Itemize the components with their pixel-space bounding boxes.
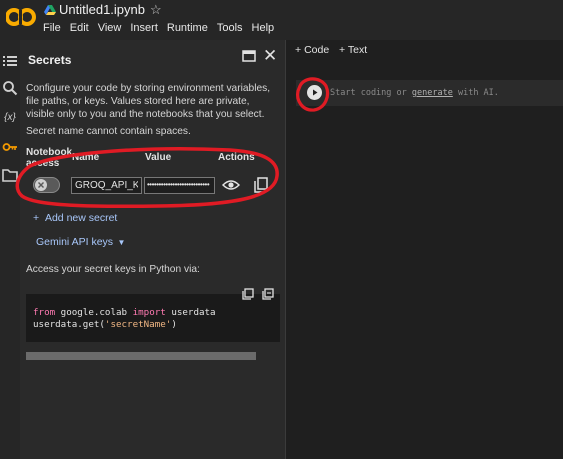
left-rail: {x} [0,40,20,459]
play-icon [313,89,318,96]
add-text-cell-button[interactable]: + Text [339,44,367,56]
table-of-contents-icon[interactable] [2,53,18,69]
column-header-actions: Actions [218,152,255,163]
notebook-access-toggle[interactable] [33,177,60,193]
access-note: Access your secret keys in Python via: [26,264,200,275]
column-header-value: Value [145,152,172,163]
secrets-panel: Secrets ✕ Configure your code by storing… [20,40,286,459]
copy-code-icon[interactable] [242,288,254,300]
top-header: Untitled1.ipynb ☆ File Edit View Insert … [0,0,563,40]
folder-icon[interactable] [2,167,18,183]
code-name: userdata [165,307,216,318]
key-icon[interactable] [2,139,18,155]
generate-link[interactable]: generate [412,88,453,98]
code-string: 'secretName' [104,319,172,330]
menu-edit[interactable]: Edit [70,22,89,34]
insert-code-icon[interactable] [262,288,274,300]
panel-title: Secrets [28,53,72,67]
google-drive-icon [44,5,56,15]
add-new-secret-label: Add new secret [44,212,118,224]
menu-insert[interactable]: Insert [130,22,158,34]
code-module: google.colab [55,307,133,318]
add-text-label: Text [347,44,368,56]
column-header-notebook-access: Notebook access [26,147,73,169]
plus-icon: + [33,212,45,224]
plus-icon: + [339,44,348,56]
cell-placeholder-text: Start coding or [330,88,412,98]
close-panel-icon[interactable]: ✕ [263,46,277,66]
secret-value-input[interactable]: ••••••••••••••••••••••••••• [144,177,215,194]
code-keyword: import [132,307,166,318]
column-header-name: Name [72,152,100,163]
gemini-api-keys-label: Gemini API keys [36,236,114,248]
caret-down-icon: ▼ [113,238,126,247]
notebook-toolbar: + Code + Text [286,40,563,62]
menu-bar: File Edit View Insert Runtime Tools Help [43,22,274,34]
secret-row: ••••••••••••••••••••••••••• [20,170,285,200]
plus-icon: + [295,44,305,56]
cell-placeholder-text-end: with AI. [452,88,499,98]
panel-description: Configure your code by storing environme… [26,83,271,120]
notebook-title[interactable]: Untitled1.ipynb [59,2,145,17]
menu-runtime[interactable]: Runtime [167,22,208,34]
colab-logo[interactable] [6,6,36,28]
menu-file[interactable]: File [43,22,61,34]
code-call-end: ) [171,319,177,330]
code-keyword: from [33,307,56,318]
toggle-off-icon [38,182,44,188]
add-code-cell-button[interactable]: + Code [295,44,329,56]
add-new-secret-button[interactable]: + Add new secret [33,212,117,224]
copy-icon[interactable] [254,177,268,193]
code-scrollbar[interactable] [26,352,256,360]
variables-icon[interactable]: {x} [2,110,18,126]
star-icon[interactable]: ☆ [150,2,162,18]
search-icon[interactable] [2,80,18,96]
code-text: from google.colab import userdata userda… [33,307,216,331]
gemini-api-keys-dropdown[interactable]: Gemini API keys ▼ [36,236,125,248]
code-call: userdata.get( [33,319,105,330]
eye-icon[interactable] [222,178,240,192]
cell-placeholder: Start coding or generate with AI. [330,88,499,98]
menu-help[interactable]: Help [252,22,275,34]
add-code-label: Code [304,44,330,56]
open-in-tab-icon[interactable] [242,50,256,62]
run-cell-button[interactable] [307,85,322,100]
toggle-knob [35,179,47,191]
menu-view[interactable]: View [98,22,122,34]
secret-name-input[interactable] [71,177,142,194]
secret-name-note: Secret name cannot contain spaces. [26,126,191,137]
menu-tools[interactable]: Tools [217,22,243,34]
